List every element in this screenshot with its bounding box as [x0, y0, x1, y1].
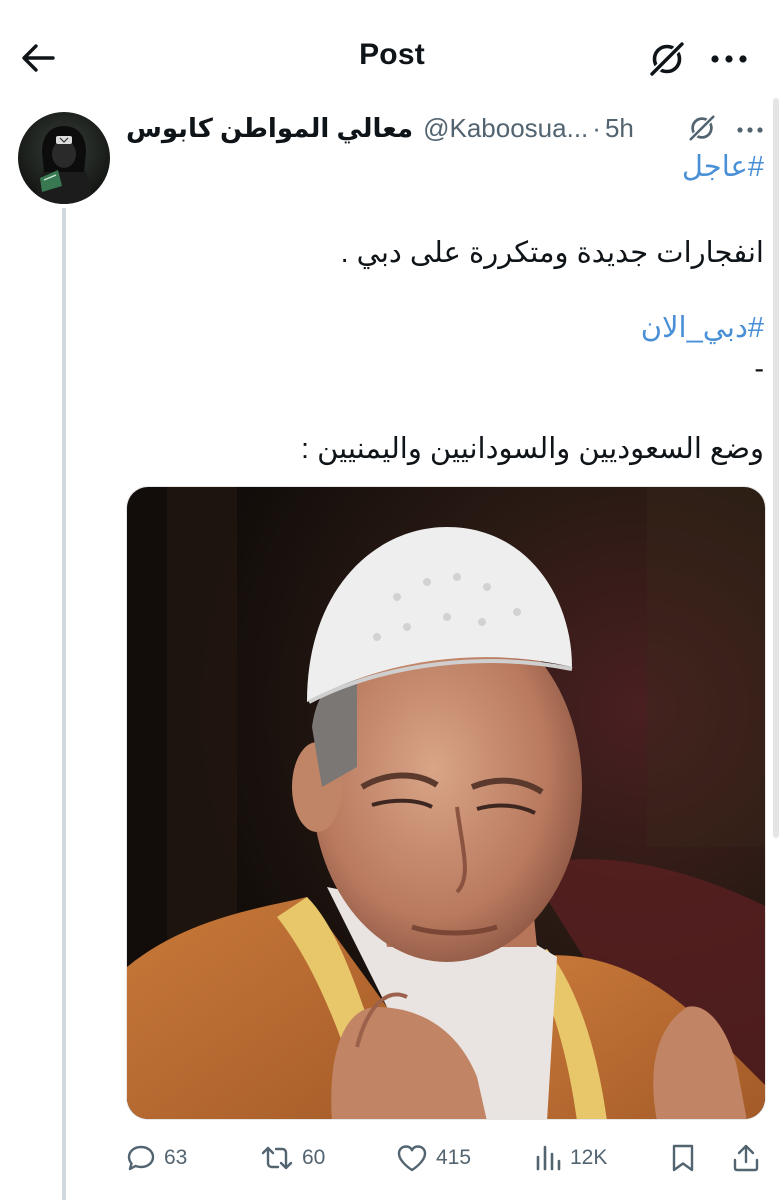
views-button[interactable]: 12K: [534, 1136, 607, 1180]
grok-icon: [649, 41, 685, 77]
like-button[interactable]: 415: [396, 1136, 471, 1180]
like-count: 415: [436, 1146, 472, 1169]
scrollbar[interactable]: [773, 98, 779, 838]
hashtag-link[interactable]: #عاجل: [682, 150, 764, 185]
reply-button[interactable]: 63: [126, 1136, 187, 1180]
bookmark-button[interactable]: [670, 1136, 696, 1180]
separator-dot: ·: [592, 112, 601, 143]
thread-connector-line: [62, 208, 66, 1200]
reply-count: 63: [164, 1146, 188, 1169]
more-horizontal-icon: [737, 127, 763, 133]
post-time[interactable]: 5h: [605, 113, 634, 144]
heart-icon: [397, 1145, 427, 1172]
repost-count: 60: [302, 1146, 326, 1169]
bookmark-icon: [672, 1144, 694, 1172]
tweet-grok-button[interactable]: [684, 110, 720, 146]
post-header: Post: [0, 0, 784, 100]
tweet-more-button[interactable]: [732, 112, 768, 148]
tweet-media-image[interactable]: [126, 486, 766, 1120]
tweet-text-line: انفجارات جديدة ومتكررة على دبي .: [340, 237, 764, 269]
grok-icon: [688, 114, 716, 142]
avatar[interactable]: [18, 112, 110, 204]
share-icon: [733, 1144, 759, 1172]
share-button[interactable]: [732, 1136, 760, 1180]
view-count: 12K: [570, 1146, 608, 1169]
repost-button[interactable]: 60: [260, 1136, 325, 1180]
reply-icon: [127, 1145, 155, 1171]
tweet-text-line: -: [754, 353, 764, 385]
author-display-name[interactable]: معالي المواطن كابوس: [126, 113, 413, 144]
repost-icon: [261, 1146, 293, 1170]
tweet-text-line: وضع السعوديين والسودانيين واليمنيين :: [300, 433, 764, 465]
author-handle[interactable]: @Kaboosua...: [423, 113, 588, 144]
hashtag-link[interactable]: #دبي_الان: [641, 311, 764, 346]
more-horizontal-icon: [711, 55, 747, 63]
tweet-action-bar: 63 60 415 12K: [126, 1136, 766, 1180]
more-button[interactable]: [706, 36, 752, 82]
author-row: معالي المواطن كابوس @Kaboosua... · 5h: [126, 106, 686, 150]
analytics-icon: [536, 1145, 561, 1171]
grok-button[interactable]: [644, 36, 690, 82]
